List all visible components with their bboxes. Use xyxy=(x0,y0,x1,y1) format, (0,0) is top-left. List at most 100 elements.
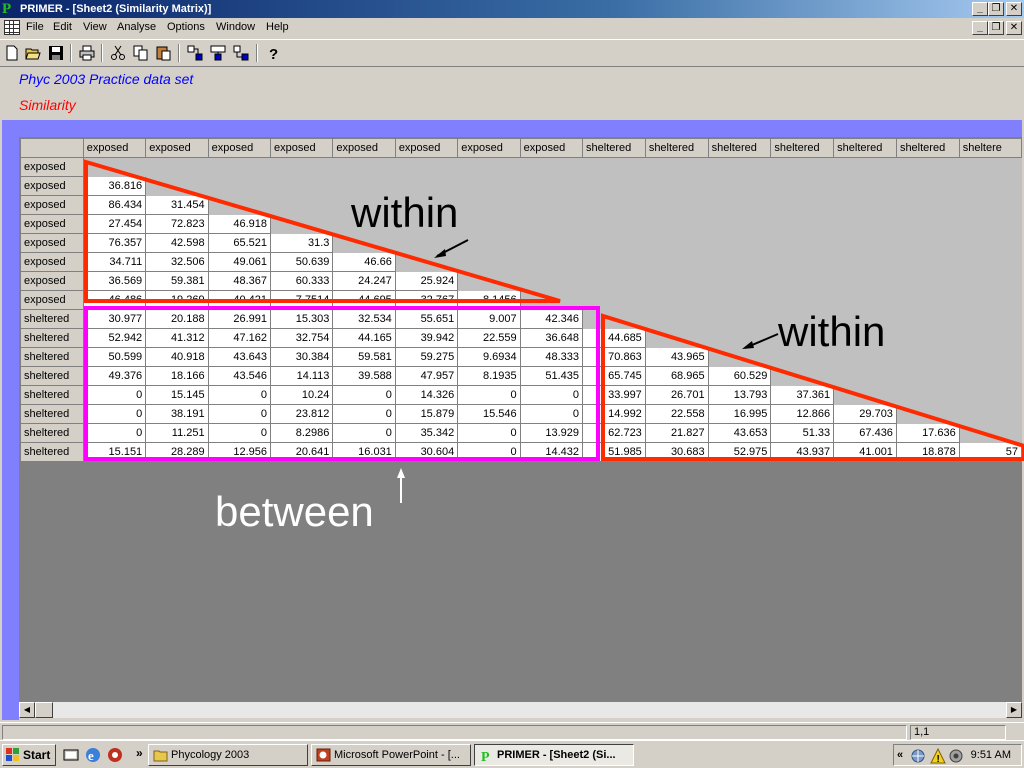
matrix-cell[interactable]: 19.269 xyxy=(145,290,209,310)
matrix-cell[interactable]: 48.367 xyxy=(207,271,272,291)
matrix-cell[interactable]: 50.599 xyxy=(82,347,147,367)
empty-cell[interactable] xyxy=(895,404,960,424)
matrix-cell[interactable]: 0 xyxy=(332,385,396,405)
matrix-cell[interactable]: 60.333 xyxy=(269,271,334,291)
matrix-cell[interactable]: 44.685 xyxy=(582,328,646,348)
matrix-cell[interactable]: 37.361 xyxy=(770,385,835,405)
scroll-left-button[interactable]: ◀ xyxy=(19,702,35,718)
empty-cell[interactable] xyxy=(644,195,709,215)
empty-cell[interactable] xyxy=(833,385,897,405)
copy-icon[interactable] xyxy=(131,43,151,63)
task-powerpoint[interactable]: Microsoft PowerPoint - [... xyxy=(311,744,471,766)
matrix-cell[interactable]: 8.1456 xyxy=(457,290,521,310)
row-header[interactable]: exposed xyxy=(20,214,84,234)
matrix-cell[interactable]: 50.639 xyxy=(269,252,334,272)
matrix-cell[interactable]: 47.162 xyxy=(207,328,272,348)
matrix-cell[interactable]: 32.506 xyxy=(145,252,209,272)
matrix-cell[interactable]: 42.346 xyxy=(519,309,584,329)
matrix-cell[interactable]: 15.145 xyxy=(145,385,209,405)
matrix-cell[interactable]: 38.191 xyxy=(145,404,209,424)
matrix-cell[interactable]: 43.653 xyxy=(707,423,772,443)
matrix-cell[interactable]: 23.812 xyxy=(269,404,334,424)
row-header[interactable]: exposed xyxy=(20,290,84,310)
matrix-cell[interactable]: 39.588 xyxy=(332,366,396,386)
row-header[interactable]: sheltered xyxy=(20,385,84,405)
matrix-cell[interactable]: 0 xyxy=(82,423,147,443)
matrix-cell[interactable]: 14.432 xyxy=(519,442,584,462)
empty-cell[interactable] xyxy=(394,157,459,177)
empty-cell[interactable] xyxy=(958,347,1022,367)
column-header[interactable]: exposed xyxy=(145,138,209,158)
matrix-cell[interactable]: 31.454 xyxy=(145,195,209,215)
print-icon[interactable] xyxy=(77,43,97,63)
empty-cell[interactable] xyxy=(707,328,772,348)
matrix-cell[interactable]: 72.823 xyxy=(145,214,209,234)
empty-cell[interactable] xyxy=(707,233,772,253)
empty-cell[interactable] xyxy=(833,176,897,196)
empty-cell[interactable] xyxy=(895,366,960,386)
empty-cell[interactable] xyxy=(707,271,772,291)
matrix-cell[interactable]: 8.1935 xyxy=(457,366,521,386)
empty-cell[interactable] xyxy=(582,290,646,310)
matrix-cell[interactable]: 55.651 xyxy=(394,309,459,329)
empty-cell[interactable] xyxy=(707,290,772,310)
tool-a-icon[interactable] xyxy=(185,43,205,63)
matrix-cell[interactable]: 86.434 xyxy=(82,195,147,215)
start-button[interactable]: Start xyxy=(2,744,56,766)
matrix-cell[interactable]: 40.421 xyxy=(207,290,272,310)
empty-cell[interactable] xyxy=(582,309,646,329)
empty-cell[interactable] xyxy=(770,195,835,215)
matrix-cell[interactable]: 59.581 xyxy=(332,347,396,367)
empty-cell[interactable] xyxy=(707,157,772,177)
matrix-cell[interactable]: 0 xyxy=(332,404,396,424)
paste-icon[interactable] xyxy=(154,43,174,63)
empty-cell[interactable] xyxy=(582,176,646,196)
matrix-cell[interactable]: 18.166 xyxy=(145,366,209,386)
scroll-thumb[interactable] xyxy=(35,702,53,718)
matrix-cell[interactable]: 32.767 xyxy=(394,290,459,310)
matrix-cell[interactable]: 27.454 xyxy=(82,214,147,234)
matrix-cell[interactable]: 9.007 xyxy=(457,309,521,329)
column-header[interactable]: exposed xyxy=(269,138,334,158)
matrix-cell[interactable]: 14.326 xyxy=(394,385,459,405)
empty-cell[interactable] xyxy=(895,290,960,310)
save-icon[interactable] xyxy=(46,43,66,63)
empty-cell[interactable] xyxy=(207,157,272,177)
column-header[interactable]: sheltered xyxy=(770,138,835,158)
empty-cell[interactable] xyxy=(707,252,772,272)
empty-cell[interactable] xyxy=(707,176,772,196)
empty-cell[interactable] xyxy=(394,252,459,272)
empty-cell[interactable] xyxy=(707,309,772,329)
empty-cell[interactable] xyxy=(269,195,334,215)
matrix-cell[interactable]: 46.918 xyxy=(207,214,272,234)
empty-cell[interactable] xyxy=(519,290,584,310)
matrix-cell[interactable]: 30.977 xyxy=(82,309,147,329)
empty-cell[interactable] xyxy=(519,176,584,196)
matrix-cell[interactable]: 43.937 xyxy=(770,442,835,462)
matrix-cell[interactable]: 43.965 xyxy=(644,347,709,367)
matrix-cell[interactable]: 9.6934 xyxy=(457,347,521,367)
empty-cell[interactable] xyxy=(958,214,1022,234)
matrix-cell[interactable]: 0 xyxy=(457,423,521,443)
matrix-cell[interactable]: 16.031 xyxy=(332,442,396,462)
empty-cell[interactable] xyxy=(519,157,584,177)
empty-cell[interactable] xyxy=(895,385,960,405)
row-header[interactable]: exposed xyxy=(20,252,84,272)
empty-cell[interactable] xyxy=(82,157,147,177)
column-header[interactable]: exposed xyxy=(519,138,584,158)
matrix-corner[interactable] xyxy=(20,138,84,158)
matrix-cell[interactable]: 35.342 xyxy=(394,423,459,443)
empty-cell[interactable] xyxy=(269,176,334,196)
empty-cell[interactable] xyxy=(895,157,960,177)
empty-cell[interactable] xyxy=(770,176,835,196)
matrix-cell[interactable]: 51.435 xyxy=(519,366,584,386)
empty-cell[interactable] xyxy=(895,309,960,329)
matrix-cell[interactable]: 40.918 xyxy=(145,347,209,367)
empty-cell[interactable] xyxy=(644,290,709,310)
row-header[interactable]: exposed xyxy=(20,195,84,215)
empty-cell[interactable] xyxy=(644,309,709,329)
empty-cell[interactable] xyxy=(457,157,521,177)
empty-cell[interactable] xyxy=(833,157,897,177)
empty-cell[interactable] xyxy=(770,157,835,177)
warning-icon[interactable]: ! xyxy=(930,748,946,764)
